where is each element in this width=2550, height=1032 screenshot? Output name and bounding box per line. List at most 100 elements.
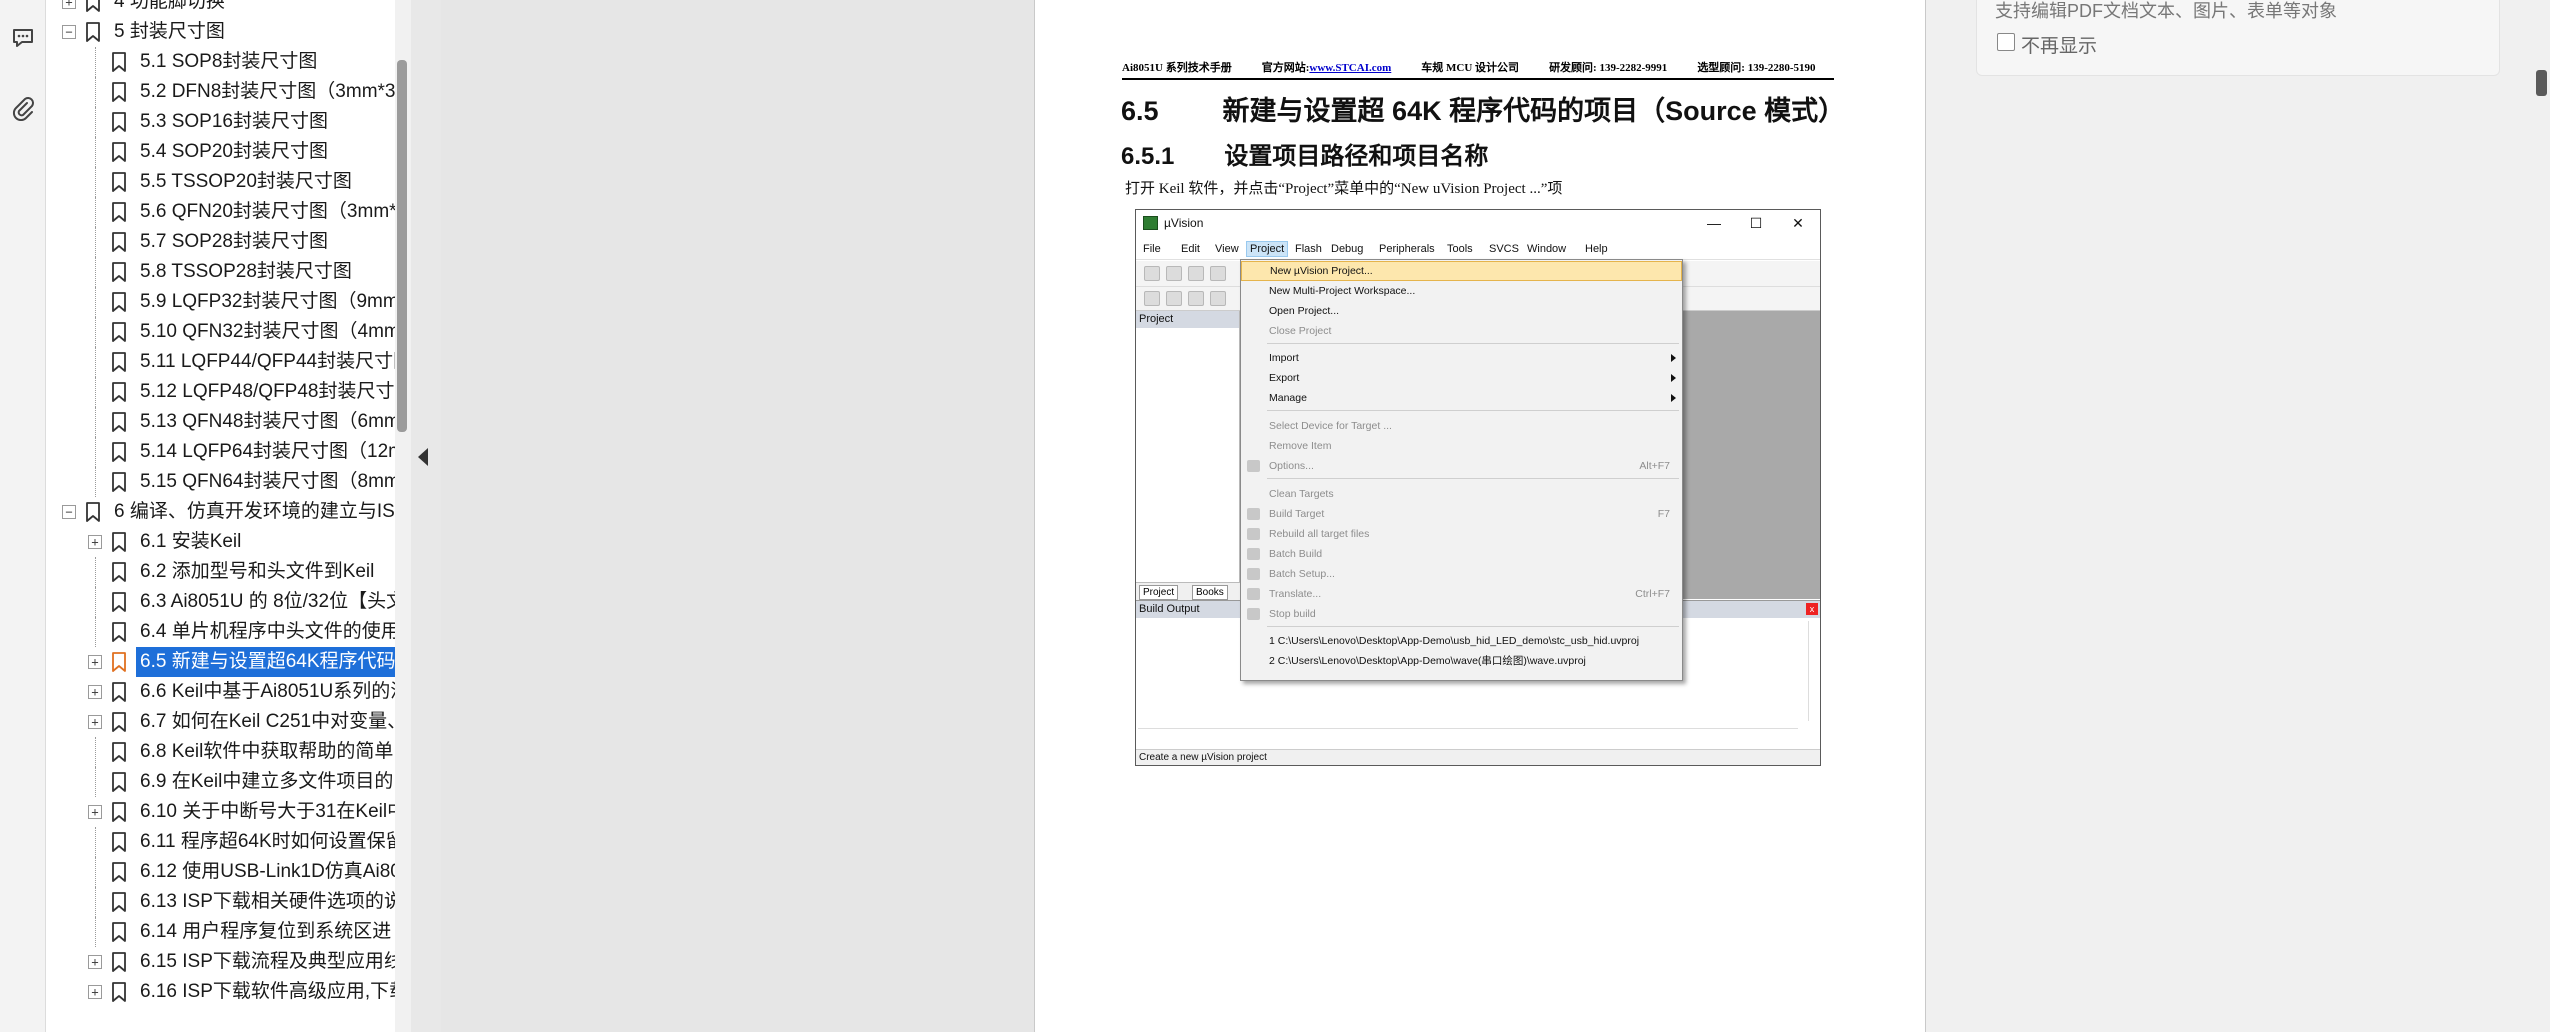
- project-menu-item[interactable]: Open Project...: [1241, 301, 1682, 321]
- menu-item-icon: [1247, 568, 1260, 580]
- attachment-icon[interactable]: [5, 90, 41, 126]
- bookmark-item[interactable]: +6.7 如何在Keil C251中对变量、: [46, 707, 406, 737]
- bookmark-item[interactable]: 5.11 LQFP44/QFP44封装尺寸图: [46, 347, 411, 377]
- expand-icon[interactable]: +: [88, 805, 102, 819]
- build-toolbar-icon[interactable]: [1188, 291, 1204, 306]
- project-menu-item[interactable]: Rebuild all target files: [1241, 524, 1682, 544]
- bookmark-item[interactable]: 5.10 QFN32封装尺寸图（4mm: [46, 317, 400, 347]
- project-menu-item[interactable]: New Multi-Project Workspace...: [1241, 281, 1682, 301]
- expand-icon[interactable]: +: [88, 715, 102, 729]
- project-menu-item[interactable]: Import: [1241, 348, 1682, 368]
- bookmark-item[interactable]: 5.9 LQFP32封装尺寸图（9mm: [46, 287, 399, 317]
- bookmark-item[interactable]: 6.13 ISP下载相关硬件选项的说: [46, 887, 403, 917]
- menu-flash[interactable]: Flash: [1292, 242, 1325, 256]
- bookmark-item[interactable]: +6.16 ISP下载软件高级应用,下载: [46, 977, 408, 1007]
- bookmark-item[interactable]: 6.9 在Keil中建立多文件项目的: [46, 767, 393, 797]
- toolbar-icon[interactable]: [1188, 266, 1204, 281]
- bookmark-item[interactable]: 5.13 QFN48封装尺寸图（6mm: [46, 407, 400, 437]
- bookmark-item[interactable]: 5.2 DFN8封装尺寸图（3mm*3: [46, 77, 396, 107]
- menu-tools[interactable]: Tools: [1444, 242, 1476, 256]
- bookmark-item[interactable]: 6.4 单片机程序中头文件的使用: [46, 617, 400, 647]
- collapse-icon[interactable]: −: [62, 505, 76, 519]
- project-menu-item[interactable]: Close Project: [1241, 321, 1682, 341]
- build-output-vscroll[interactable]: [1808, 621, 1818, 721]
- project-menu-item[interactable]: Options... Alt+F7: [1241, 456, 1682, 476]
- build-toolbar-icon[interactable]: [1210, 291, 1226, 306]
- toolbar-icon[interactable]: [1166, 266, 1182, 281]
- project-menu-item[interactable]: Clean Targets: [1241, 484, 1682, 504]
- page-scroll-thumb[interactable]: [2536, 70, 2547, 96]
- bookmark-item[interactable]: +6.10 关于中断号大于31在Keil中: [46, 797, 406, 827]
- expand-icon[interactable]: +: [88, 955, 102, 969]
- tab-books[interactable]: Books: [1192, 585, 1228, 600]
- menu-svcs[interactable]: SVCS: [1486, 242, 1522, 256]
- minimize-button[interactable]: —: [1694, 212, 1734, 234]
- menu-debug[interactable]: Debug: [1328, 242, 1366, 256]
- bookmark-item[interactable]: 5.7 SOP28封装尺寸图: [46, 227, 392, 257]
- expand-icon[interactable]: +: [88, 535, 102, 549]
- expand-icon[interactable]: +: [88, 685, 102, 699]
- menu-project[interactable]: Project: [1246, 241, 1289, 257]
- bookmark-item[interactable]: 5.1 SOP8封装尺寸图: [46, 47, 392, 77]
- dont-show-checkbox[interactable]: [1997, 33, 2015, 51]
- bookmark-item[interactable]: 5.8 TSSOP28封装尺寸图: [46, 257, 392, 287]
- bookmark-item[interactable]: 6.2 添加型号和头文件到Keil: [46, 557, 392, 587]
- comment-icon[interactable]: [5, 20, 41, 56]
- bookmark-item[interactable]: 5.3 SOP16封装尺寸图: [46, 107, 392, 137]
- toolbar-icon[interactable]: [1210, 266, 1226, 281]
- bookmark-item[interactable]: +6.1 安装Keil: [46, 527, 392, 557]
- page-scrollbar[interactable]: [2534, 0, 2550, 1032]
- project-menu-item[interactable]: Remove Item: [1241, 436, 1682, 456]
- project-menu-item[interactable]: Export: [1241, 368, 1682, 388]
- bookmark-item[interactable]: 5.5 TSSOP20封装尺寸图: [46, 167, 392, 197]
- menu-help[interactable]: Help: [1582, 242, 1611, 256]
- project-menu-item[interactable]: Translate... Ctrl+F7: [1241, 584, 1682, 604]
- bookmark-item[interactable]: 5.14 LQFP64封装尺寸图（12m: [46, 437, 404, 467]
- menu-view[interactable]: View: [1212, 242, 1242, 256]
- bookmark-item[interactable]: 6.11 程序超64K时如何设置保留: [46, 827, 405, 857]
- menu-file[interactable]: File: [1140, 242, 1164, 256]
- project-menu-item[interactable]: Stop build: [1241, 604, 1682, 624]
- expand-icon[interactable]: +: [62, 0, 76, 9]
- project-menu-item[interactable]: Build Target F7: [1241, 504, 1682, 524]
- bookmark-item[interactable]: 6.12 使用USB-Link1D仿真Ai805: [46, 857, 411, 887]
- menu-edit[interactable]: Edit: [1178, 242, 1203, 256]
- build-toolbar-icon[interactable]: [1144, 291, 1160, 306]
- maximize-button[interactable]: ☐: [1736, 212, 1776, 234]
- bookmarks-scroll-thumb[interactable]: [397, 60, 407, 432]
- project-menu-item[interactable]: Manage: [1241, 388, 1682, 408]
- bookmark-item[interactable]: +6.5 新建与设置超64K程序代码: [46, 647, 400, 677]
- bookmark-item[interactable]: 5.6 QFN20封装尺寸图（3mm*: [46, 197, 397, 227]
- close-button[interactable]: ✕: [1778, 212, 1818, 234]
- bookmark-item[interactable]: 6.14 用户程序复位到系统区进: [46, 917, 392, 947]
- bookmark-item[interactable]: 5.4 SOP20封装尺寸图: [46, 137, 392, 167]
- bookmark-item[interactable]: 6.3 Ai8051U 的 8位/32位【头文: [46, 587, 405, 617]
- project-menu-item[interactable]: Select Device for Target ...: [1241, 416, 1682, 436]
- bookmark-item[interactable]: 6.8 Keil软件中获取帮助的简单: [46, 737, 393, 767]
- project-menu-item[interactable]: Batch Setup...: [1241, 564, 1682, 584]
- expand-icon[interactable]: +: [88, 985, 102, 999]
- tab-project[interactable]: Project: [1139, 585, 1179, 600]
- menu-window[interactable]: Window: [1524, 242, 1569, 256]
- toolbar-icon[interactable]: [1144, 266, 1160, 281]
- expand-icon[interactable]: +: [88, 655, 102, 669]
- build-output-hscroll[interactable]: [1138, 728, 1798, 738]
- menu-item-label: New µVision Project...: [1270, 265, 1373, 277]
- project-menu-item[interactable]: Batch Build: [1241, 544, 1682, 564]
- bookmark-item[interactable]: − 5 封装尺寸图: [46, 17, 392, 47]
- header-site-link[interactable]: www.STCAI.com: [1309, 62, 1391, 74]
- collapse-panel-button[interactable]: [411, 0, 441, 1032]
- bookmark-item[interactable]: 5.12 LQFP48/QFP48封装尺寸图: [46, 377, 411, 407]
- build-toolbar-icon[interactable]: [1166, 291, 1182, 306]
- close-pane-icon[interactable]: x: [1806, 603, 1818, 615]
- collapse-icon[interactable]: −: [62, 25, 76, 39]
- bookmark-item[interactable]: 5.15 QFN64封装尺寸图（8mm: [46, 467, 400, 497]
- bookmark-item[interactable]: +6.15 ISP下载流程及典型应用线: [46, 947, 403, 977]
- menu-peripherals[interactable]: Peripherals: [1376, 242, 1438, 256]
- bookmark-item[interactable]: +6.6 Keil中基于Ai8051U系列的汇: [46, 677, 409, 707]
- project-menu-item[interactable]: New µVision Project...: [1241, 261, 1682, 281]
- bookmark-item[interactable]: +4 功能脚切换: [46, 0, 392, 17]
- project-menu-item[interactable]: 2 C:\Users\Lenovo\Desktop\App-Demo\wave(…: [1241, 651, 1682, 671]
- bookmark-item[interactable]: − 6 编译、仿真开发环境的建立与IS: [46, 497, 395, 527]
- project-menu-item[interactable]: 1 C:\Users\Lenovo\Desktop\App-Demo\usb_h…: [1241, 631, 1682, 651]
